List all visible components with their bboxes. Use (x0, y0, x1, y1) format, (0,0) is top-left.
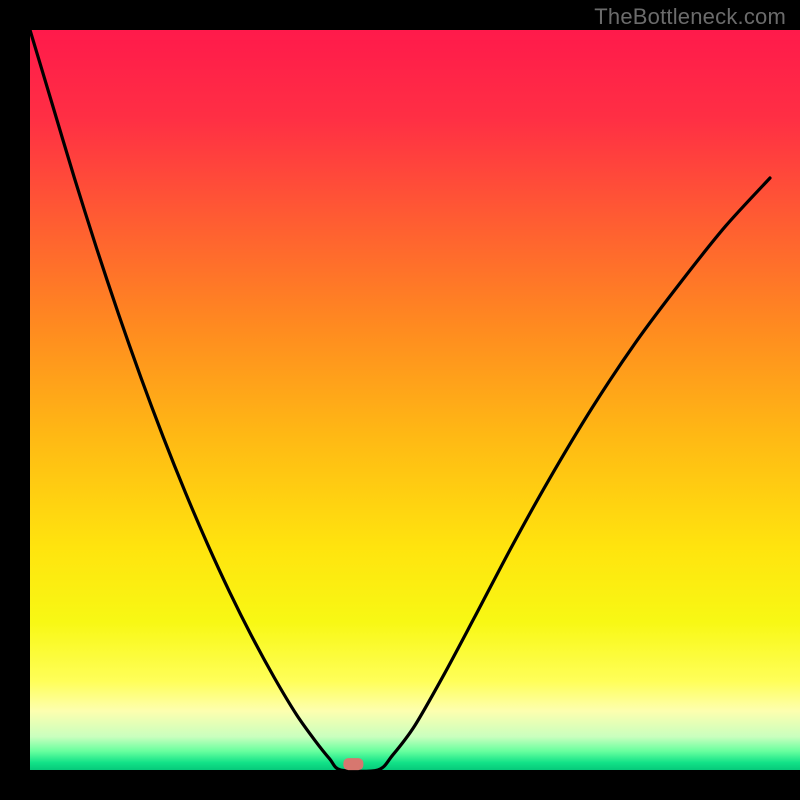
chart-container: TheBottleneck.com (0, 0, 800, 800)
plot-area (0, 30, 800, 770)
margin-left (0, 0, 30, 800)
watermark-text: TheBottleneck.com (594, 4, 786, 30)
bottleneck-chart (0, 0, 800, 800)
margin-bottom (0, 770, 800, 800)
optimum-marker (343, 758, 363, 770)
